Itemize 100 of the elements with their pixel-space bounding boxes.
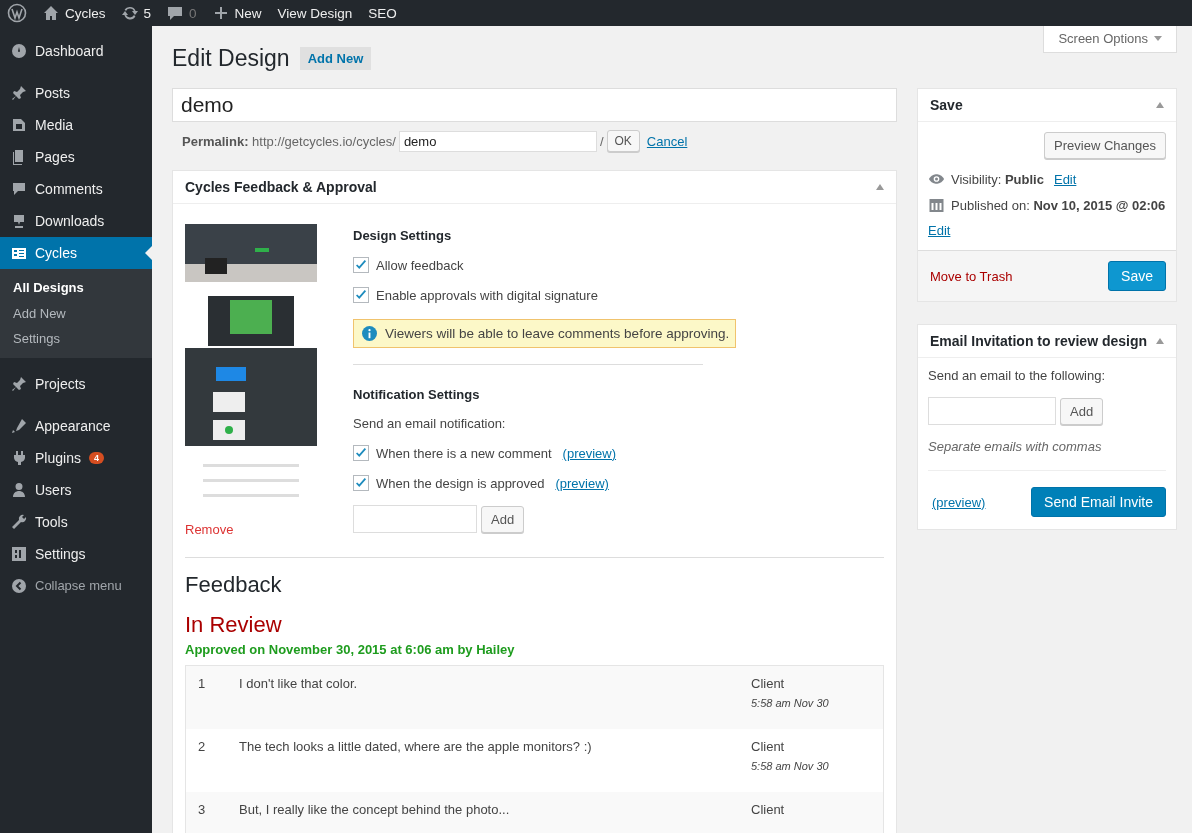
current-arrow — [145, 246, 152, 260]
menu-label: Comments — [35, 181, 103, 197]
menu-item[interactable]: Dashboard — [0, 35, 152, 67]
comment-text: I don't like that color. — [239, 676, 359, 693]
row-number: 3 — [198, 802, 207, 819]
screen-options-tab[interactable]: Screen Options — [1043, 26, 1177, 53]
speech-bubble-icon — [11, 181, 27, 197]
checkbox[interactable] — [353, 475, 369, 491]
slug-field[interactable]: demo — [398, 130, 597, 152]
menu-item[interactable]: Cycles — [0, 237, 152, 269]
plug-icon — [11, 449, 27, 466]
menu-item[interactable]: Media — [0, 109, 152, 141]
collapse-arrow-icon[interactable] — [1156, 102, 1164, 108]
submenu-item[interactable]: All Designs — [0, 275, 152, 301]
email-field[interactable] — [353, 505, 477, 533]
menu-item[interactable]: Settings — [0, 537, 152, 570]
option-label: Enable approvals with digital signature — [376, 287, 598, 303]
option-label: Allow feedback — [376, 257, 464, 273]
preview-link[interactable]: (preview) — [932, 494, 986, 510]
media-icon — [11, 117, 27, 133]
menu-item[interactable]: Downloads — [0, 205, 152, 237]
caret-icon — [1154, 36, 1162, 41]
published-text: Published on: Nov 10, 2015 @ 02:06 — [951, 197, 1166, 213]
notice-text: Viewers will be able to leave comments before approving. — [385, 326, 730, 341]
preview-link[interactable]: (preview) — [555, 475, 609, 491]
checkbox[interactable] — [353, 445, 369, 461]
checkbox[interactable] — [353, 257, 369, 273]
add-new-button[interactable]: Add New — [299, 46, 372, 70]
author-name: Client — [751, 676, 786, 691]
option-label: When there is a new comment — [376, 445, 552, 461]
menu-label: Dashboard — [35, 43, 104, 59]
remove-link[interactable]: Remove — [185, 522, 317, 537]
preview-link[interactable]: (preview) — [562, 445, 617, 461]
instruction-text: Send an email notification: — [353, 416, 507, 431]
row-number: 2 — [198, 739, 207, 756]
author-name: Client — [751, 739, 786, 754]
menu-item[interactable]: Pages — [0, 141, 152, 173]
visibility-text: Visibility: Public — [951, 171, 1044, 187]
add-button[interactable]: Add — [481, 505, 525, 533]
menu-label: Settings — [35, 545, 86, 562]
checkbox[interactable] — [353, 287, 369, 303]
site-link[interactable]: Cycles — [43, 5, 106, 21]
add-button[interactable]: Add — [1060, 397, 1104, 425]
menu-item[interactable]: Comments — [0, 173, 152, 205]
collapse-arrow-icon[interactable] — [876, 184, 884, 190]
instruction-text: Send an email to the following: — [928, 368, 1107, 383]
ok-button[interactable]: OK — [606, 130, 640, 152]
submenu-item[interactable]: Add New — [0, 300, 152, 326]
menu-item[interactable]: Appearance — [0, 409, 152, 442]
menu-item[interactable]: Projects — [0, 367, 152, 400]
eye-icon — [928, 171, 945, 187]
download-icon — [11, 213, 27, 229]
brush-icon — [11, 417, 27, 434]
section-title: Design Settings — [353, 228, 453, 243]
pin-icon — [11, 85, 27, 101]
move-to-trash-link[interactable]: Move to Trash — [930, 268, 1013, 284]
submenu-item[interactable]: Settings — [0, 326, 152, 352]
panel-title: Save — [930, 97, 963, 113]
page-title: Edit Design — [172, 44, 290, 72]
menu-item[interactable]: Users — [0, 473, 152, 506]
panel-title: Email Invitation to review design — [930, 333, 1148, 349]
menu-item[interactable]: Plugins 4 — [0, 441, 152, 474]
info-icon — [362, 326, 377, 341]
wordpress-logo-icon[interactable] — [7, 3, 27, 23]
speech-bubble-icon — [167, 5, 184, 21]
option-label: When the design is approved — [376, 475, 545, 491]
menu-label: Posts — [35, 85, 70, 101]
menu-item[interactable]: Posts — [0, 77, 152, 109]
menu-item[interactable]: Tools — [0, 505, 152, 538]
cancel-link[interactable]: Cancel — [646, 133, 688, 149]
toolbar-link[interactable]: SEO — [368, 5, 397, 21]
collapse-menu-button[interactable]: Collapse menu — [0, 569, 152, 602]
pin-icon — [11, 375, 27, 392]
comment-time: 5:58 am Nov 30 — [751, 760, 830, 772]
hint-text: Separate emails with commas — [928, 439, 1166, 471]
send-email-invite-button[interactable]: Send Email Invite — [1031, 487, 1166, 517]
menu-label: Appearance — [35, 417, 111, 434]
dashboard-icon — [11, 43, 27, 59]
menu-label: Cycles — [35, 245, 77, 261]
person-icon — [11, 481, 27, 498]
menu-label: Plugins — [35, 449, 81, 466]
new-link[interactable]: New — [212, 5, 262, 21]
preview-changes-button[interactable]: Preview Changes — [1044, 132, 1166, 159]
edit-link[interactable]: Edit — [1053, 171, 1077, 187]
comment-time: 5:58 am Nov 30 — [751, 697, 830, 709]
toolbar-link[interactable]: View Design — [277, 5, 353, 21]
edit-link[interactable]: Edit — [928, 223, 951, 238]
email-field[interactable] — [928, 397, 1056, 425]
menu-label: Pages — [35, 149, 75, 165]
layout-icon — [11, 245, 27, 261]
section-title: Notification Settings — [353, 387, 481, 402]
collapse-arrow-icon[interactable] — [1156, 338, 1164, 344]
wrench-icon — [11, 513, 27, 530]
title-field[interactable]: demo — [172, 88, 897, 122]
comment-text: The tech looks a little dated, where are the apple monitors? :) — [239, 739, 593, 756]
menu-label: Tools — [35, 513, 68, 530]
permalink-label: Permalink: http://getcycles.io/cycles/ — [182, 133, 396, 149]
plus-icon — [212, 5, 229, 21]
updates-link[interactable]: 5 — [121, 5, 152, 21]
count-badge: 4 — [88, 451, 104, 464]
